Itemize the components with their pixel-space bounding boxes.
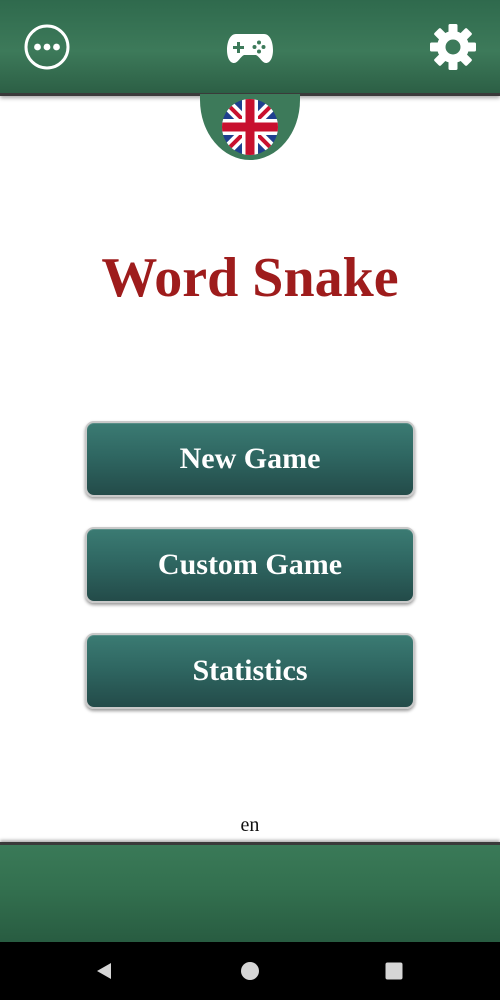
home-circle-icon (241, 962, 259, 980)
more-options-button[interactable] (24, 24, 70, 70)
language-code-label: en (240, 814, 260, 836)
top-bar (0, 0, 500, 96)
uk-flag-icon (222, 99, 278, 155)
back-triangle-icon (97, 963, 111, 979)
settings-button[interactable] (428, 22, 478, 72)
bottom-bar (0, 842, 500, 942)
new-game-button[interactable]: New Game (85, 421, 415, 497)
custom-game-button[interactable]: Custom Game (85, 527, 415, 603)
nav-home-button[interactable] (238, 959, 262, 983)
game-services-button[interactable] (226, 28, 274, 68)
statistics-button[interactable]: Statistics (85, 633, 415, 709)
more-horizontal-icon (24, 24, 70, 70)
app-title: Word Snake (101, 247, 399, 309)
language-selector[interactable] (200, 94, 300, 160)
nav-back-button[interactable] (92, 959, 116, 983)
recents-square-icon (385, 962, 403, 980)
main-menu-screen: Word Snake New Game Custom Game Statisti… (0, 0, 500, 1000)
system-navigation-bar (0, 942, 500, 1000)
nav-recents-button[interactable] (382, 959, 406, 983)
gear-icon (430, 24, 476, 70)
gamepad-icon (227, 34, 273, 63)
